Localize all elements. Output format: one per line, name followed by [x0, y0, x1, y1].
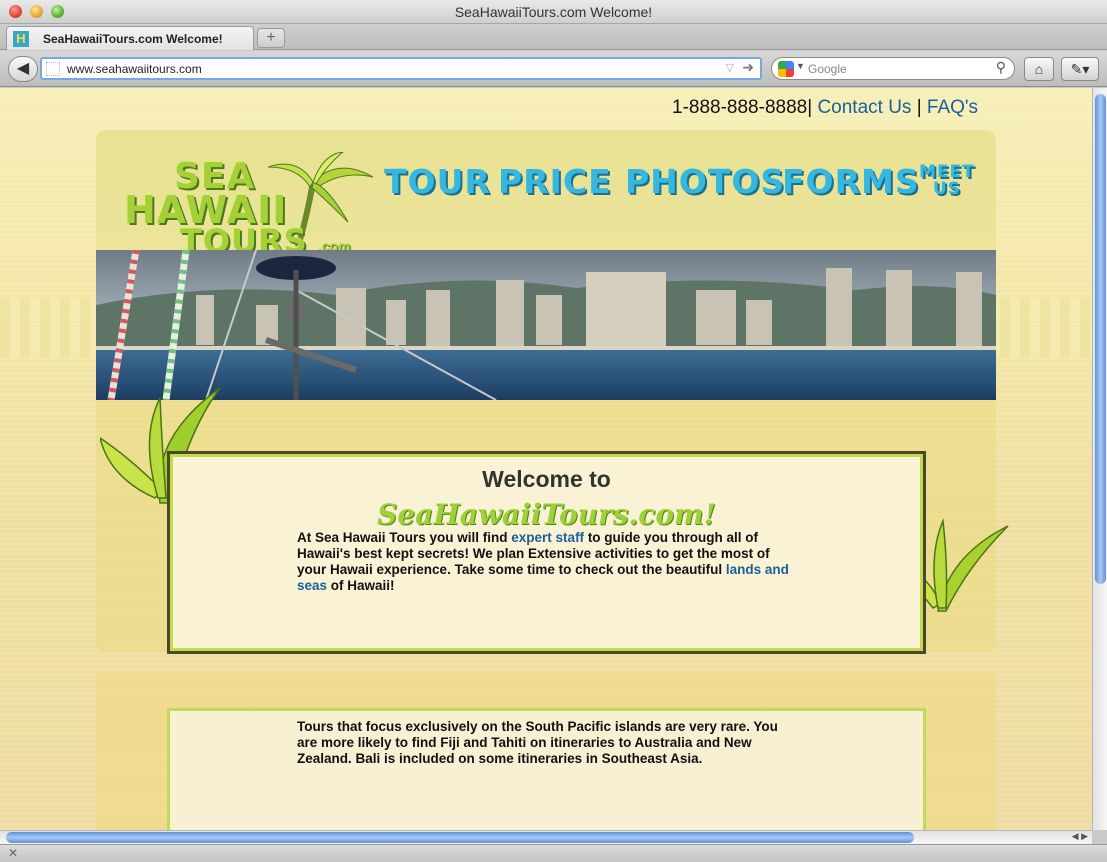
address-bar[interactable]: www.seahawaiitours.com ▽ ➜ — [40, 57, 762, 80]
faq-link[interactable]: FAQ's — [927, 97, 978, 118]
status-bar: ✕ — [0, 844, 1107, 862]
url-text[interactable]: www.seahawaiitours.com — [67, 62, 202, 76]
welcome-panel: Welcome to SeaHawaiiTours.com! At Sea Ha… — [167, 451, 926, 654]
welcome-heading: Welcome to — [482, 466, 611, 492]
search-input[interactable]: Google — [808, 62, 847, 76]
page-viewport: 1-888-888-8888| Contact Us | FAQ's SEA H… — [0, 88, 1092, 830]
tab-active[interactable]: H SeaHawaiiTours.com Welcome! — [6, 26, 254, 50]
go-arrow-icon[interactable]: ➜ — [742, 59, 754, 76]
new-tab-button[interactable]: + — [257, 28, 285, 48]
phone-number: 1-888-888-8888 — [672, 97, 808, 118]
search-engine-dropdown-icon[interactable]: ▼ — [796, 61, 805, 71]
back-button[interactable]: ◀ — [8, 56, 38, 82]
link-separator: | — [916, 97, 922, 118]
nav-photos[interactable]: PHOTOS — [625, 162, 785, 201]
window-titlebar: SeaHawaiiTours.com Welcome! — [0, 0, 1107, 24]
scroll-arrows-icon[interactable]: ◀ ▶ — [1072, 831, 1088, 842]
welcome-text-1: At Sea Hawaii Tours you will find — [297, 530, 512, 545]
home-button[interactable]: ⌂ — [1024, 57, 1054, 81]
close-icon[interactable]: ✕ — [8, 846, 18, 860]
expert-staff-link[interactable]: expert staff — [511, 530, 584, 545]
info-panel: Tours that focus exclusively on the Sout… — [167, 708, 926, 830]
nav-tour[interactable]: TOUR — [384, 162, 491, 201]
tab-bar: H SeaHawaiiTours.com Welcome! + — [0, 24, 1107, 50]
search-icon[interactable]: ⚲ — [996, 59, 1006, 76]
vertical-scroll-thumb[interactable] — [1095, 94, 1106, 584]
welcome-paragraph: At Sea Hawaii Tours you will find expert… — [297, 530, 797, 594]
google-icon[interactable] — [778, 61, 794, 77]
info-paragraph: Tours that focus exclusively on the Sout… — [297, 719, 778, 766]
nav-meet-us[interactable]: MEET US — [919, 164, 975, 198]
top-links: 1-888-888-8888| Contact Us | FAQ's — [672, 97, 978, 119]
link-separator: | — [807, 97, 813, 118]
page-icon — [46, 62, 60, 76]
horizontal-scroll-thumb[interactable] — [6, 832, 914, 843]
navigation-toolbar: ◀ www.seahawaiitours.com ▽ ➜ ▼ Google ⚲ … — [0, 51, 1107, 87]
site-favicon-icon: H — [13, 31, 29, 47]
window-title: SeaHawaiiTours.com Welcome! — [454, 4, 653, 20]
nav-forms[interactable]: FORMS — [782, 162, 920, 201]
honolulu-skyline-banner — [96, 250, 996, 400]
vertical-scrollbar[interactable] — [1092, 88, 1107, 830]
horizontal-scrollbar[interactable]: ◀ ▶ — [0, 830, 1092, 844]
nav-meet-us-line2: US — [932, 179, 961, 199]
search-bar[interactable]: ▼ Google ⚲ — [771, 57, 1015, 80]
contact-us-link[interactable]: Contact Us — [817, 97, 911, 118]
bookmarks-button[interactable]: ✎▾ — [1061, 57, 1099, 81]
nav-price[interactable]: PRICE — [498, 162, 612, 201]
site-logo[interactable]: SEA HAWAII TOURS .com — [118, 152, 374, 262]
site-name-heading: SeaHawaiiTours.com! — [377, 498, 716, 531]
history-dropdown-icon[interactable]: ▽ — [726, 61, 734, 74]
tab-title: SeaHawaiiTours.com Welcome! — [43, 32, 223, 46]
welcome-text-3: of Hawaii! — [327, 578, 395, 593]
